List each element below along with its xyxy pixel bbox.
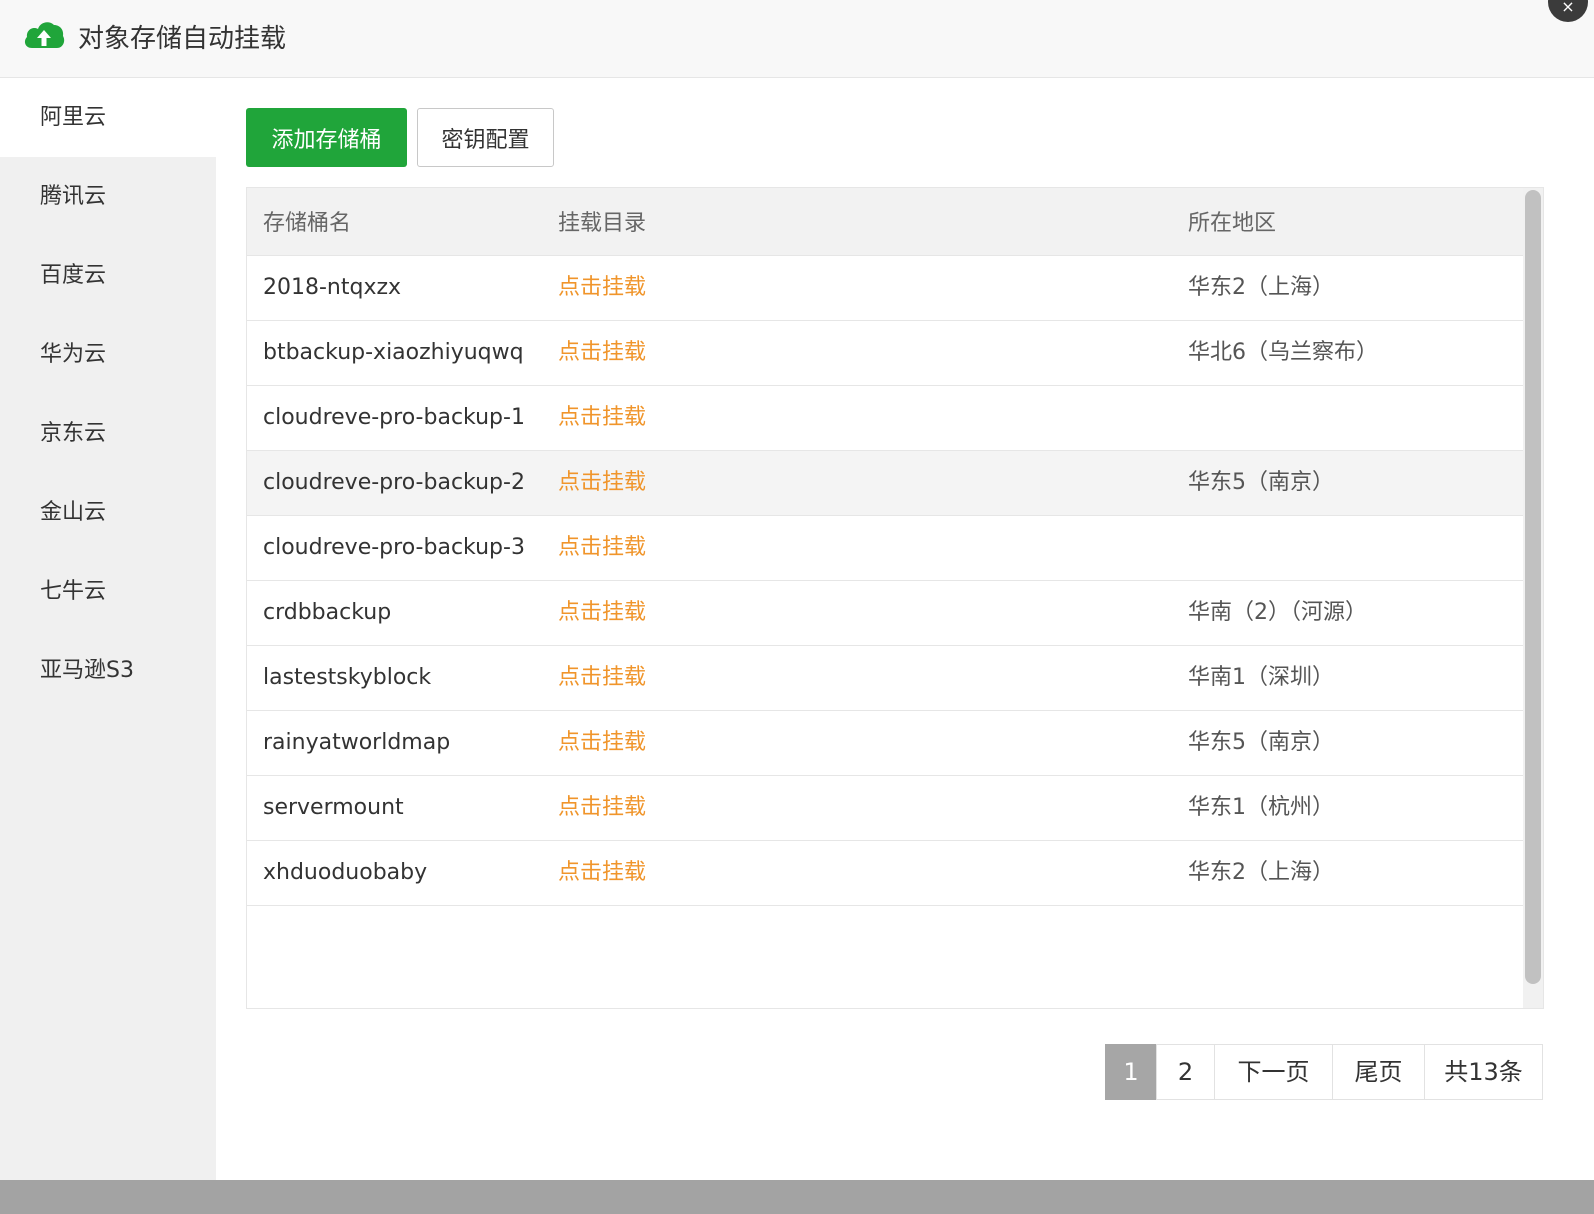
table-row: 2018-ntqxzx 点击挂载 华东2（上海） xyxy=(247,255,1525,321)
mount-link[interactable]: 点击挂载 xyxy=(558,795,646,820)
page-1-button[interactable]: 1 xyxy=(1105,1044,1157,1100)
bucket-region: 华北6（乌兰察布） xyxy=(1172,320,1525,386)
bucket-name: crdbbackup xyxy=(247,580,542,646)
window-bottom-edge xyxy=(0,1180,1594,1214)
mount-link[interactable]: 点击挂载 xyxy=(558,665,646,690)
column-header-mount-dir: 挂载目录 xyxy=(542,188,1172,256)
sidebar-item-kingsoft[interactable]: 金山云 xyxy=(0,473,216,552)
window-titlebar: 对象存储自动挂载 × xyxy=(0,0,1594,78)
bucket-name: servermount xyxy=(247,775,542,841)
bucket-region: 华南（2）（河源） xyxy=(1172,580,1525,646)
key-config-button[interactable]: 密钥配置 xyxy=(417,108,554,167)
sidebar-item-aliyun[interactable]: 阿里云 xyxy=(0,78,216,157)
sidebar-item-tencent[interactable]: 腾讯云 xyxy=(0,157,216,236)
window-title: 对象存储自动挂载 xyxy=(78,24,287,54)
pagination: 1 2 下一页 尾页 共13条 xyxy=(1105,1044,1543,1100)
next-page-button[interactable]: 下一页 xyxy=(1214,1044,1333,1100)
table-row: btbackup-xiaozhiyuqwq 点击挂载 华北6（乌兰察布） xyxy=(247,320,1525,386)
bucket-region: 华东1（杭州） xyxy=(1172,775,1525,841)
scrollbar-thumb[interactable] xyxy=(1525,190,1541,984)
sidebar-item-aws-s3[interactable]: 亚马逊S3 xyxy=(0,631,216,710)
table-scrollbar[interactable] xyxy=(1523,188,1543,1008)
bucket-region: 华东2（上海） xyxy=(1172,255,1525,321)
close-icon[interactable]: × xyxy=(1548,0,1588,22)
bucket-name: xhduoduobaby xyxy=(247,840,542,906)
table-row: lastestskyblock 点击挂载 华南1（深圳） xyxy=(247,645,1525,711)
bucket-region: 华东5（南京） xyxy=(1172,710,1525,776)
bucket-table: 存储桶名 挂载目录 所在地区 2018-ntqxzx 点击挂载 华东2（上海） … xyxy=(247,188,1525,906)
mount-link[interactable]: 点击挂载 xyxy=(558,600,646,625)
table-row: rainyatworldmap 点击挂载 华东5（南京） xyxy=(247,710,1525,776)
bucket-region xyxy=(1172,515,1525,581)
mount-link[interactable]: 点击挂载 xyxy=(558,535,646,560)
bucket-name: rainyatworldmap xyxy=(247,710,542,776)
total-count: 共13条 xyxy=(1424,1044,1543,1100)
mount-link[interactable]: 点击挂载 xyxy=(558,860,646,885)
bucket-region: 华东5（南京） xyxy=(1172,450,1525,516)
table-row: servermount 点击挂载 华东1（杭州） xyxy=(247,775,1525,841)
column-header-region: 所在地区 xyxy=(1172,188,1525,256)
mount-link[interactable]: 点击挂载 xyxy=(558,275,646,300)
sidebar-item-qiniu[interactable]: 七牛云 xyxy=(0,552,216,631)
bucket-name: lastestskyblock xyxy=(247,645,542,711)
cloud-upload-icon xyxy=(24,22,65,48)
bucket-region: 华南1（深圳） xyxy=(1172,645,1525,711)
bucket-region xyxy=(1172,385,1525,451)
bucket-name: btbackup-xiaozhiyuqwq xyxy=(247,320,542,386)
table-row: cloudreve-pro-backup-2 点击挂载 华东5（南京） xyxy=(247,450,1525,516)
mount-link[interactable]: 点击挂载 xyxy=(558,340,646,365)
mount-link[interactable]: 点击挂载 xyxy=(558,470,646,495)
bucket-name: 2018-ntqxzx xyxy=(247,255,542,321)
table-row: crdbbackup 点击挂载 华南（2）（河源） xyxy=(247,580,1525,646)
bucket-name: cloudreve-pro-backup-3 xyxy=(247,515,542,581)
sidebar-item-jd[interactable]: 京东云 xyxy=(0,394,216,473)
bucket-name: cloudreve-pro-backup-1 xyxy=(247,385,542,451)
column-header-bucket-name: 存储桶名 xyxy=(247,188,542,256)
mount-link[interactable]: 点击挂载 xyxy=(558,405,646,430)
sidebar-item-baidu[interactable]: 百度云 xyxy=(0,236,216,315)
bucket-table-container: 存储桶名 挂载目录 所在地区 2018-ntqxzx 点击挂载 华东2（上海） … xyxy=(246,187,1544,1009)
mount-link[interactable]: 点击挂载 xyxy=(558,730,646,755)
add-bucket-button[interactable]: 添加存储桶 xyxy=(246,108,407,167)
bucket-name: cloudreve-pro-backup-2 xyxy=(247,450,542,516)
bucket-region: 华东2（上海） xyxy=(1172,840,1525,906)
main-panel: 添加存储桶 密钥配置 存储桶名 挂载目录 所在地区 2018-ntqxzx 点击… xyxy=(216,78,1594,1180)
provider-sidebar: 阿里云 腾讯云 百度云 华为云 京东云 金山云 七牛云 亚马逊S3 xyxy=(0,78,216,1180)
page-2-button[interactable]: 2 xyxy=(1156,1044,1215,1100)
table-row: cloudreve-pro-backup-1 点击挂载 xyxy=(247,385,1525,451)
table-row: xhduoduobaby 点击挂载 华东2（上海） xyxy=(247,840,1525,906)
sidebar-item-huawei[interactable]: 华为云 xyxy=(0,315,216,394)
last-page-button[interactable]: 尾页 xyxy=(1332,1044,1425,1100)
table-row: cloudreve-pro-backup-3 点击挂载 xyxy=(247,515,1525,581)
table-header-row: 存储桶名 挂载目录 所在地区 xyxy=(247,188,1525,256)
